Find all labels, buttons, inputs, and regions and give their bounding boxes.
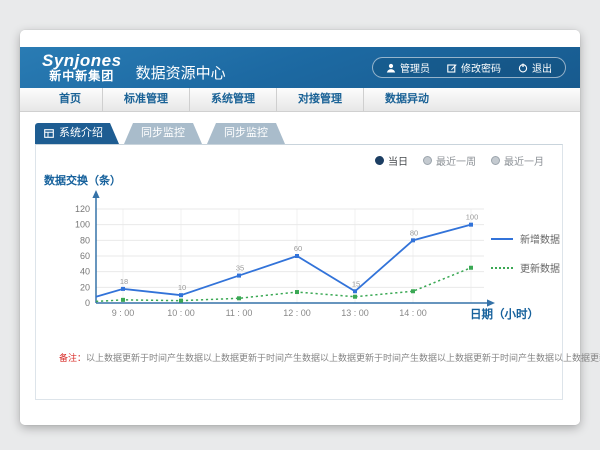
chart-svg: 0 20 40 60 80 100 120 9 : 00 10 : 00 11 : 00 12 : …	[36, 186, 564, 326]
user-menu-logout-label: 退出	[532, 60, 552, 75]
svg-text:18: 18	[120, 277, 128, 286]
svg-text:60: 60	[294, 244, 302, 253]
svg-text:12 : 00: 12 : 00	[283, 308, 311, 318]
svg-text:11 : 00: 11 : 00	[226, 308, 253, 318]
svg-text:9 : 00: 9 : 00	[112, 308, 135, 318]
user-menu-admin[interactable]: 管理员	[386, 60, 430, 75]
nav-item-integration-mgmt[interactable]: 对接管理	[276, 88, 363, 111]
svg-text:15: 15	[352, 279, 360, 288]
legend-item-new-data: 新增数据	[491, 231, 560, 246]
footer-note-label: 备注：	[59, 353, 86, 363]
tab-system-intro-label: 系统介绍	[59, 123, 103, 144]
user-menu-change-password[interactable]: 修改密码	[447, 60, 501, 75]
legend-item-updated-data: 更新数据	[491, 260, 560, 275]
user-icon	[386, 63, 396, 73]
svg-text:80: 80	[80, 235, 90, 245]
content-area: 系统介绍 同步监控 同步监控 当日 最近一周	[20, 112, 580, 425]
svg-text:0: 0	[85, 298, 90, 308]
nav-item-home[interactable]: 首页	[38, 88, 102, 111]
chart-legend: 新增数据 更新数据	[491, 231, 560, 275]
chart-panel: 当日 最近一周 最近一月 数据交换（条） 0204060801001209 : …	[35, 144, 563, 400]
svg-text:14 : 00: 14 : 00	[399, 308, 427, 318]
legend-line-solid-icon	[491, 238, 513, 240]
tab-sync-monitor-1[interactable]: 同步监控	[124, 123, 202, 144]
tab-sync-monitor-2-label: 同步监控	[224, 127, 268, 139]
app-header: Synjones 新中新集团 数据资源中心 管理员 修改密码	[20, 47, 580, 88]
nav-item-data-changes[interactable]: 数据异动	[363, 88, 450, 111]
svg-text:13 : 00: 13 : 00	[341, 308, 369, 318]
legend-line-dotted-icon	[491, 267, 513, 269]
legend-new-data-label: 新增数据	[520, 231, 560, 246]
radio-last-week-label: 最近一周	[436, 153, 476, 168]
logout-icon	[518, 63, 528, 73]
footer-note: 备注：以上数据更新于时间产生数据以上数据更新于时间产生数据以上数据更新于时间产生…	[59, 351, 600, 364]
user-menu-admin-label: 管理员	[400, 60, 430, 75]
app-window: Synjones 新中新集团 数据资源中心 管理员 修改密码	[20, 30, 580, 425]
svg-text:10: 10	[178, 283, 186, 292]
nav-item-system-mgmt[interactable]: 系统管理	[189, 88, 276, 111]
main-nav: 首页 标准管理 系统管理 对接管理 数据异动	[20, 88, 580, 112]
svg-text:10 : 00: 10 : 00	[167, 308, 195, 318]
svg-text:100: 100	[75, 220, 90, 230]
radio-last-month-label: 最近一月	[504, 153, 544, 168]
svg-text:20: 20	[80, 282, 90, 292]
nav-item-standard-mgmt[interactable]: 标准管理	[102, 88, 189, 111]
page-title: 数据资源中心	[136, 62, 226, 83]
radio-last-week[interactable]: 最近一周	[423, 153, 476, 168]
radio-today-label: 当日	[388, 153, 408, 168]
date-range-filters: 当日 最近一周 最近一月	[375, 153, 544, 168]
radio-dot-icon	[423, 156, 432, 165]
svg-text:80: 80	[410, 228, 418, 237]
radio-last-month[interactable]: 最近一月	[491, 153, 544, 168]
user-menu-change-password-label: 修改密码	[461, 60, 501, 75]
tab-bar: 系统介绍 同步监控 同步监控	[35, 123, 285, 144]
brand-name: Synjones	[42, 52, 122, 70]
window-top-strip	[20, 30, 580, 47]
edit-icon	[447, 63, 457, 73]
footer-note-text: 以上数据更新于时间产生数据以上数据更新于时间产生数据以上数据更新于时间产生数据以…	[86, 353, 600, 363]
user-menu: 管理员 修改密码 退出	[372, 57, 566, 78]
svg-text:日期（小时）: 日期（小时）	[470, 307, 539, 321]
svg-text:40: 40	[80, 267, 90, 277]
radio-dot-icon	[491, 156, 500, 165]
user-menu-logout[interactable]: 退出	[518, 60, 552, 75]
svg-text:60: 60	[80, 251, 90, 261]
radio-dot-icon	[375, 156, 384, 165]
radio-today[interactable]: 当日	[375, 153, 408, 168]
svg-text:35: 35	[236, 264, 244, 273]
tab-system-intro[interactable]: 系统介绍	[35, 123, 119, 144]
panel-icon	[44, 129, 54, 138]
brand-logo: Synjones 新中新集团	[42, 52, 122, 83]
tab-sync-monitor-2[interactable]: 同步监控	[207, 123, 285, 144]
svg-text:100: 100	[466, 213, 479, 222]
legend-updated-data-label: 更新数据	[520, 260, 560, 275]
svg-text:120: 120	[75, 204, 90, 214]
brand-company: 新中新集团	[42, 70, 122, 83]
tab-sync-monitor-1-label: 同步监控	[141, 127, 185, 139]
